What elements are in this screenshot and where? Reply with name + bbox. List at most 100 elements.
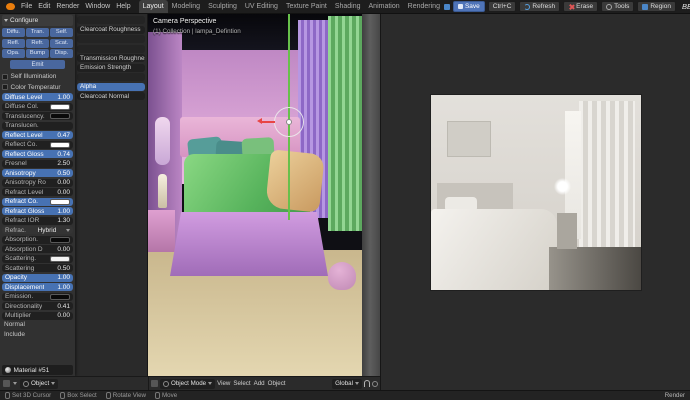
- param-directionality[interactable]: Directionality 0.41: [2, 302, 73, 310]
- emit-button[interactable]: Emit: [10, 60, 65, 69]
- save-icon: [457, 4, 463, 9]
- param-value: 0.41: [57, 302, 70, 310]
- param-value: 1.30: [57, 217, 70, 224]
- color-swatch[interactable]: [50, 293, 70, 300]
- blender-logo-icon[interactable]: [6, 3, 15, 10]
- menu-help[interactable]: Help: [113, 0, 133, 13]
- param-translucen[interactable]: Translucen.: [2, 121, 73, 130]
- tab-texture-paint[interactable]: Texture Paint: [282, 0, 331, 13]
- param-refract-co[interactable]: Refract Co.: [2, 197, 73, 206]
- menu-file[interactable]: File: [18, 0, 35, 13]
- render-floor: [549, 247, 641, 290]
- param-refrac[interactable]: Refrac. Hybrid: [2, 226, 73, 234]
- snap-magnet-icon[interactable]: [364, 380, 370, 387]
- map-button-diffu[interactable]: Diffu.: [2, 28, 25, 37]
- viewport-menu-object[interactable]: Object: [268, 380, 286, 387]
- param-reflect-gloss[interactable]: Reflect Gloss 0.74: [2, 150, 73, 158]
- param-emission[interactable]: Emission.: [2, 292, 73, 301]
- map-button-bump[interactable]: Bump: [26, 49, 49, 58]
- shader-row-clearcoat-normal[interactable]: Clearcoat Normal: [77, 92, 145, 100]
- save-button[interactable]: Save: [452, 1, 485, 12]
- color-temperature-row[interactable]: Color Temperatur: [2, 83, 73, 92]
- tab-shading[interactable]: Shading: [331, 0, 365, 13]
- color-swatch[interactable]: [50, 113, 70, 119]
- param-scattering[interactable]: Scattering.: [2, 254, 73, 263]
- param-refract-gloss[interactable]: Refract Gloss 1.00: [2, 207, 73, 215]
- material-name-field[interactable]: Material #51: [2, 365, 73, 375]
- material-panel-header[interactable]: Configure: [2, 15, 73, 26]
- viewport-menu-select[interactable]: Select: [233, 380, 250, 387]
- param-label: Reflect Level: [5, 131, 43, 139]
- tab-modeling[interactable]: Modeling: [168, 0, 204, 13]
- param-label: Reflect Co.: [5, 141, 38, 148]
- menu-edit[interactable]: Edit: [35, 0, 53, 13]
- param-refract-level[interactable]: Refract Level 0.00: [2, 188, 73, 196]
- shader-row-emission-strength[interactable]: Emission Strength: [77, 63, 145, 72]
- color-swatch[interactable]: [50, 141, 70, 148]
- color-swatch[interactable]: [50, 236, 70, 243]
- self-illumination-row[interactable]: Self Illumination: [2, 72, 73, 81]
- map-button-refr[interactable]: Refr.: [26, 38, 49, 48]
- param-diffuse-col[interactable]: Diffuse Col.: [2, 102, 73, 111]
- param-value: 1.00: [57, 283, 70, 291]
- param-anisotropy[interactable]: Anisotropy 0.50: [2, 169, 73, 177]
- param-scattering[interactable]: Scattering 0.50: [2, 264, 73, 272]
- color-swatch[interactable]: [50, 198, 70, 205]
- mouse-icon: [155, 392, 161, 399]
- param-fresnel[interactable]: Fresnel 2.50: [2, 159, 73, 168]
- tab-uv-editing[interactable]: UV Editing: [241, 0, 282, 13]
- map-button-scat[interactable]: Scat.: [50, 38, 73, 48]
- tab-rendering[interactable]: Rendering: [404, 0, 444, 13]
- shader-row-blank[interactable]: [77, 73, 145, 81]
- param-diffuse-level[interactable]: Diffuse Level 1.00: [2, 93, 73, 101]
- region-button[interactable]: Region: [637, 1, 676, 12]
- map-button-opa[interactable]: Opa.: [2, 49, 25, 58]
- shader-row-blank[interactable]: [77, 44, 145, 53]
- tools-button[interactable]: Tools: [601, 1, 635, 12]
- color-swatch[interactable]: [50, 103, 70, 110]
- map-button-refl[interactable]: Refl.: [2, 38, 25, 48]
- orientation-dropdown[interactable]: Global: [332, 378, 362, 389]
- render-pass-label: BEAUTY: [681, 2, 690, 11]
- menu-window[interactable]: Window: [82, 0, 113, 13]
- color-swatch[interactable]: [50, 255, 70, 262]
- viewport-3d[interactable]: Camera Perspective (1) Collection | lamp…: [148, 14, 380, 376]
- editor-type-icon[interactable]: [151, 380, 158, 387]
- param-absorption-d[interactable]: Absorption D 0.00: [2, 245, 73, 253]
- object-context-dropdown[interactable]: Object: [20, 378, 59, 389]
- viewport-sidebar-strip[interactable]: [362, 14, 380, 376]
- param-translucency[interactable]: Translucency.: [2, 112, 73, 120]
- shader-row-blank[interactable]: [77, 35, 145, 43]
- param-reflect-level[interactable]: Reflect Level 0.47: [2, 131, 73, 139]
- param-anisotropy-ro[interactable]: Anisotropy Ro 0.00: [2, 178, 73, 187]
- menu-render[interactable]: Render: [53, 0, 82, 13]
- shader-row-blank[interactable]: [77, 16, 145, 24]
- param-multiplier[interactable]: Multiplier 0.00: [2, 311, 73, 320]
- param-refract-ior[interactable]: Refract IOR 1.30: [2, 216, 73, 225]
- param-label: Diffuse Level: [5, 93, 43, 101]
- tab-animation[interactable]: Animation: [365, 0, 404, 13]
- viewport-menu-view[interactable]: View: [217, 380, 230, 387]
- transform-gizmo[interactable]: [257, 107, 304, 137]
- shader-row-alpha[interactable]: Alpha: [77, 82, 145, 91]
- mode-dropdown[interactable]: Object Mode: [160, 378, 216, 389]
- tab-sculpting[interactable]: Sculpting: [204, 0, 241, 13]
- refresh-button[interactable]: Refresh: [519, 1, 561, 12]
- editor-type-icon[interactable]: [3, 380, 10, 387]
- editor-type-icon[interactable]: [443, 3, 450, 10]
- shader-row-clearcoat-roughness[interactable]: Clearcoat Roughness: [77, 25, 145, 34]
- param-opacity[interactable]: Opacity 1.00: [2, 273, 73, 282]
- map-button-self[interactable]: Self.: [50, 28, 73, 37]
- map-button-disp[interactable]: Disp.: [50, 49, 73, 58]
- param-reflect-co[interactable]: Reflect Co.: [2, 140, 73, 149]
- map-button-tran[interactable]: Tran.: [26, 28, 49, 37]
- proportional-edit-icon[interactable]: [372, 380, 378, 387]
- erase-button[interactable]: Erase: [563, 1, 599, 12]
- param-displacement[interactable]: Displacement 1.00: [2, 283, 73, 291]
- param-absorption[interactable]: Absorption.: [2, 235, 73, 244]
- param-value: 1.00: [57, 93, 70, 101]
- copy-button[interactable]: Ctrl+C: [487, 1, 517, 12]
- shader-row-transmission-roughness[interactable]: Transmission Roughness: [77, 54, 145, 62]
- viewport-menu-add[interactable]: Add: [254, 380, 265, 387]
- tab-layout[interactable]: Layout: [138, 0, 168, 13]
